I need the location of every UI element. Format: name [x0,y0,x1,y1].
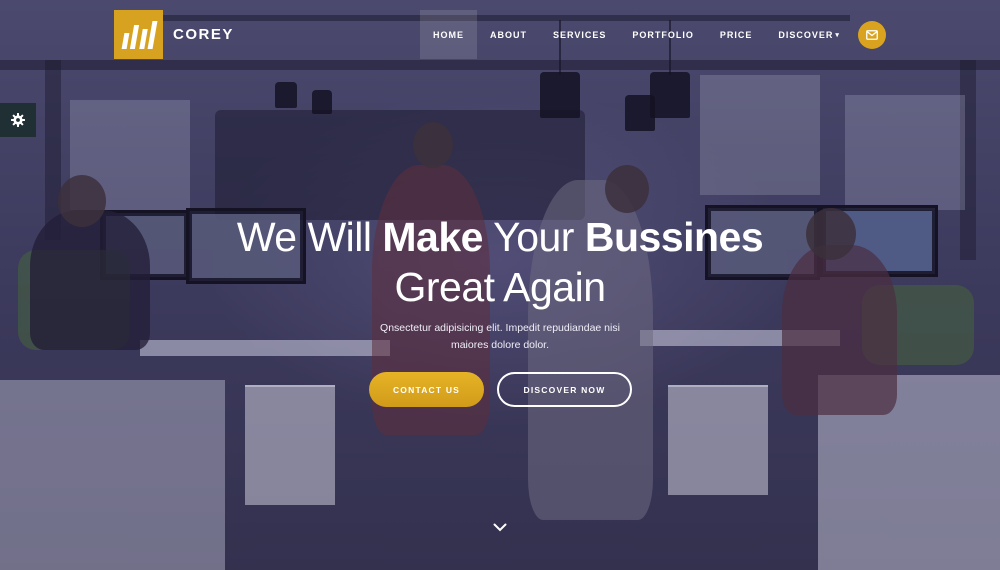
nav-item-services[interactable]: SERVICES [540,10,619,59]
hero-headline: We Will Make Your Bussines Great Again [0,212,1000,312]
mail-button[interactable] [858,21,886,49]
chevron-down-icon [493,523,507,531]
nav-item-discover[interactable]: DISCOVER ▾ [765,10,853,59]
nav-item-price[interactable]: PRICE [707,10,766,59]
nav-item-about[interactable]: ABOUT [477,10,540,59]
logo-bar [121,33,129,49]
hero-section: COREY HOME ABOUT SERVICES PORTFOLIO PRIC… [0,0,1000,570]
headline-bold-text: Bussines [584,214,764,260]
discover-now-button[interactable]: DISCOVER NOW [497,372,632,407]
settings-toggle[interactable] [0,103,36,137]
contact-us-button[interactable]: CONTACT US [369,372,484,407]
scroll-down-button[interactable] [491,518,509,536]
nav-item-portfolio[interactable]: PORTFOLIO [619,10,707,59]
envelope-icon [866,30,878,40]
nav-label: PRICE [719,29,753,40]
nav-label: DISCOVER [778,29,834,40]
headline-text: Great Again [394,264,606,310]
headline-text: Your [482,214,585,260]
headline-bold-text: Make [382,214,483,260]
top-navbar: COREY HOME ABOUT SERVICES PORTFOLIO PRIC… [0,0,1000,70]
caret-down-icon: ▾ [835,31,840,39]
logo[interactable] [114,10,163,59]
nav-label: PORTFOLIO [632,29,694,40]
main-nav: HOME ABOUT SERVICES PORTFOLIO PRICE DISC… [420,10,853,59]
nav-label: ABOUT [490,29,527,40]
headline-text: We Will [236,214,383,260]
nav-item-home[interactable]: HOME [420,10,477,59]
nav-label: SERVICES [553,29,607,40]
logo-bar [129,25,139,49]
gear-icon [11,113,25,127]
hero-subtext: Qnsectetur adipisicing elit. Impedit rep… [380,322,620,351]
logo-bar [138,29,148,49]
nav-label: HOME [433,29,464,40]
logo-bar [147,21,157,49]
brand-name[interactable]: COREY [173,26,234,43]
